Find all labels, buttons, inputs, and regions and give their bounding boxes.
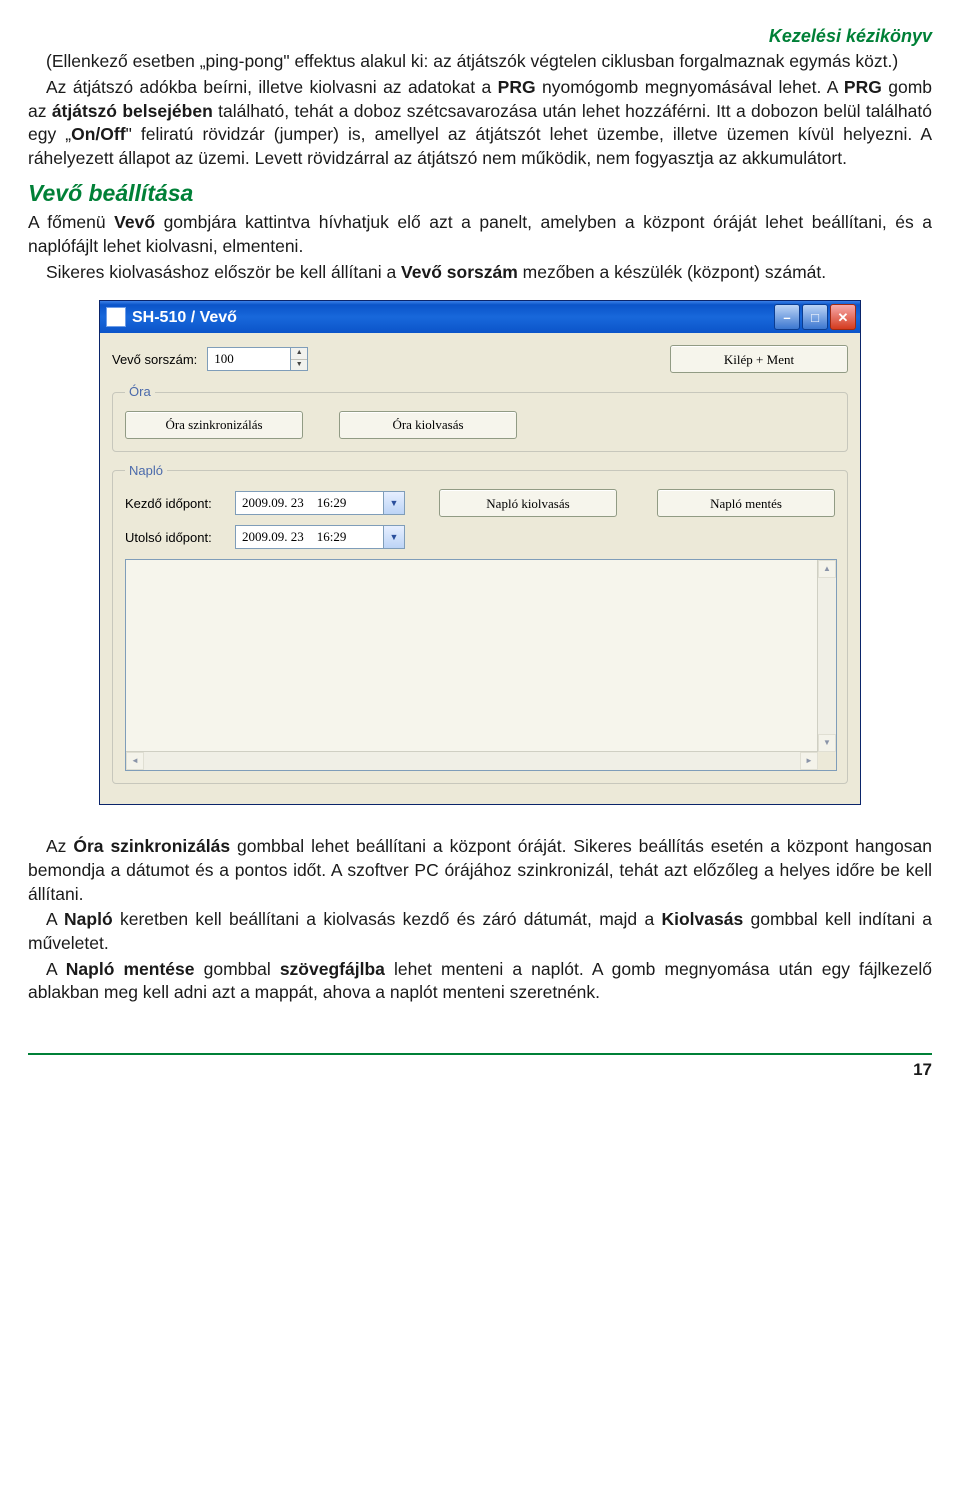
section-heading: Vevő beállítása bbox=[28, 178, 932, 209]
text-bold: átjátszó belsejében bbox=[52, 101, 213, 121]
dropdown-icon[interactable]: ▼ bbox=[384, 491, 405, 515]
spinner[interactable]: ▲ ▼ bbox=[291, 347, 308, 371]
screenshot: SH-510 / Vevő – □ ✕ Vevő sorszám: ▲ ▼ Ki… bbox=[28, 300, 932, 805]
scroll-down-icon[interactable]: ▼ bbox=[818, 734, 836, 752]
text: Sikeres kiolvasáshoz először be kell áll… bbox=[46, 262, 401, 282]
utolso-date-field[interactable] bbox=[235, 525, 384, 549]
paragraph: Az átjátszó adókba beírni, illetve kiolv… bbox=[28, 76, 932, 171]
app-icon bbox=[106, 307, 126, 327]
naplo-legend: Napló bbox=[125, 462, 167, 480]
text: gombjára kattintva hívhatjuk elő azt a p… bbox=[28, 212, 932, 256]
ora-legend: Óra bbox=[125, 383, 155, 401]
text-bold: szövegfájlba bbox=[280, 959, 385, 979]
text: Az átjátszó adókba beírni, illetve kiolv… bbox=[46, 77, 498, 97]
text: mezőben a készülék (központ) számát. bbox=[518, 262, 826, 282]
scroll-up-icon[interactable]: ▲ bbox=[818, 560, 836, 578]
minimize-button[interactable]: – bbox=[774, 304, 800, 330]
spin-down-icon[interactable]: ▼ bbox=[291, 360, 307, 371]
paragraph: A Napló keretben kell beállítani a kiolv… bbox=[28, 908, 932, 955]
text: A bbox=[46, 909, 64, 929]
text: gombbal bbox=[195, 959, 280, 979]
log-textarea[interactable]: ▲ ▼ ◄ ► bbox=[125, 559, 837, 771]
spin-up-icon[interactable]: ▲ bbox=[291, 348, 307, 360]
page-header: Kezelési kézikönyv bbox=[28, 24, 932, 48]
paragraph: Sikeres kiolvasáshoz először be kell áll… bbox=[28, 261, 932, 285]
page-number: 17 bbox=[913, 1060, 932, 1079]
scroll-right-icon[interactable]: ► bbox=[800, 752, 818, 770]
naplo-read-button[interactable]: Napló kiolvasás bbox=[439, 489, 617, 517]
text: A bbox=[46, 959, 66, 979]
paragraph: A főmenü Vevő gombjára kattintva hívhatj… bbox=[28, 211, 932, 258]
text: nyomógomb megnyomásával lehet. A bbox=[536, 77, 844, 97]
naplo-group: Napló Kezdő időpont: ▼ Napló kiolvasás N… bbox=[112, 462, 848, 785]
text-bold: On/Off bbox=[71, 124, 125, 144]
paragraph: (Ellenkező esetben „ping-pong" effektus … bbox=[28, 50, 932, 74]
window-client: Vevő sorszám: ▲ ▼ Kilép + Ment Óra Óra s… bbox=[100, 333, 860, 804]
ora-read-button[interactable]: Óra kiolvasás bbox=[339, 411, 517, 439]
utolso-label: Utolsó időpont: bbox=[125, 529, 225, 547]
text: " feliratú rövidzár (jumper) is, amellye… bbox=[28, 124, 932, 168]
close-button[interactable]: ✕ bbox=[830, 304, 856, 330]
text: A főmenü bbox=[28, 212, 114, 232]
text-bold: Kiolvasás bbox=[661, 909, 743, 929]
sorszam-label: Vevő sorszám: bbox=[112, 351, 197, 369]
text-bold: Napló mentése bbox=[66, 959, 195, 979]
app-window: SH-510 / Vevő – □ ✕ Vevő sorszám: ▲ ▼ Ki… bbox=[99, 300, 861, 805]
dropdown-icon[interactable]: ▼ bbox=[384, 525, 405, 549]
exit-save-button[interactable]: Kilép + Ment bbox=[670, 345, 848, 373]
text: keretben kell beállítani a kiolvasás kez… bbox=[113, 909, 662, 929]
kezdo-date-input[interactable]: ▼ bbox=[235, 491, 405, 515]
text-bold: Vevő sorszám bbox=[401, 262, 518, 282]
window-title: SH-510 / Vevő bbox=[132, 307, 237, 329]
sorszam-field[interactable] bbox=[207, 347, 291, 371]
text-bold: PRG bbox=[844, 77, 882, 97]
paragraph: A Napló mentése gombbal szövegfájlba leh… bbox=[28, 958, 932, 1005]
maximize-button[interactable]: □ bbox=[802, 304, 828, 330]
paragraph: Az Óra szinkronizálás gombbal lehet beál… bbox=[28, 835, 932, 906]
text-bold: PRG bbox=[498, 77, 536, 97]
scrollbar-vertical[interactable]: ▲ ▼ bbox=[817, 560, 836, 752]
scrollbar-horizontal[interactable]: ◄ ► bbox=[126, 751, 818, 770]
text-bold: Vevő bbox=[114, 212, 155, 232]
scrollbar-corner bbox=[818, 752, 836, 770]
kezdo-date-field[interactable] bbox=[235, 491, 384, 515]
text-bold: Óra szinkronizálás bbox=[73, 836, 230, 856]
naplo-save-button[interactable]: Napló mentés bbox=[657, 489, 835, 517]
text: Az bbox=[46, 836, 73, 856]
ora-group: Óra Óra szinkronizálás Óra kiolvasás bbox=[112, 383, 848, 452]
titlebar[interactable]: SH-510 / Vevő – □ ✕ bbox=[100, 301, 860, 333]
sorszam-input[interactable]: ▲ ▼ bbox=[207, 347, 308, 371]
page-footer: 17 bbox=[28, 1053, 932, 1082]
utolso-date-input[interactable]: ▼ bbox=[235, 525, 405, 549]
ora-sync-button[interactable]: Óra szinkronizálás bbox=[125, 411, 303, 439]
kezdo-label: Kezdő időpont: bbox=[125, 495, 225, 513]
text-bold: Napló bbox=[64, 909, 113, 929]
scroll-left-icon[interactable]: ◄ bbox=[126, 752, 144, 770]
